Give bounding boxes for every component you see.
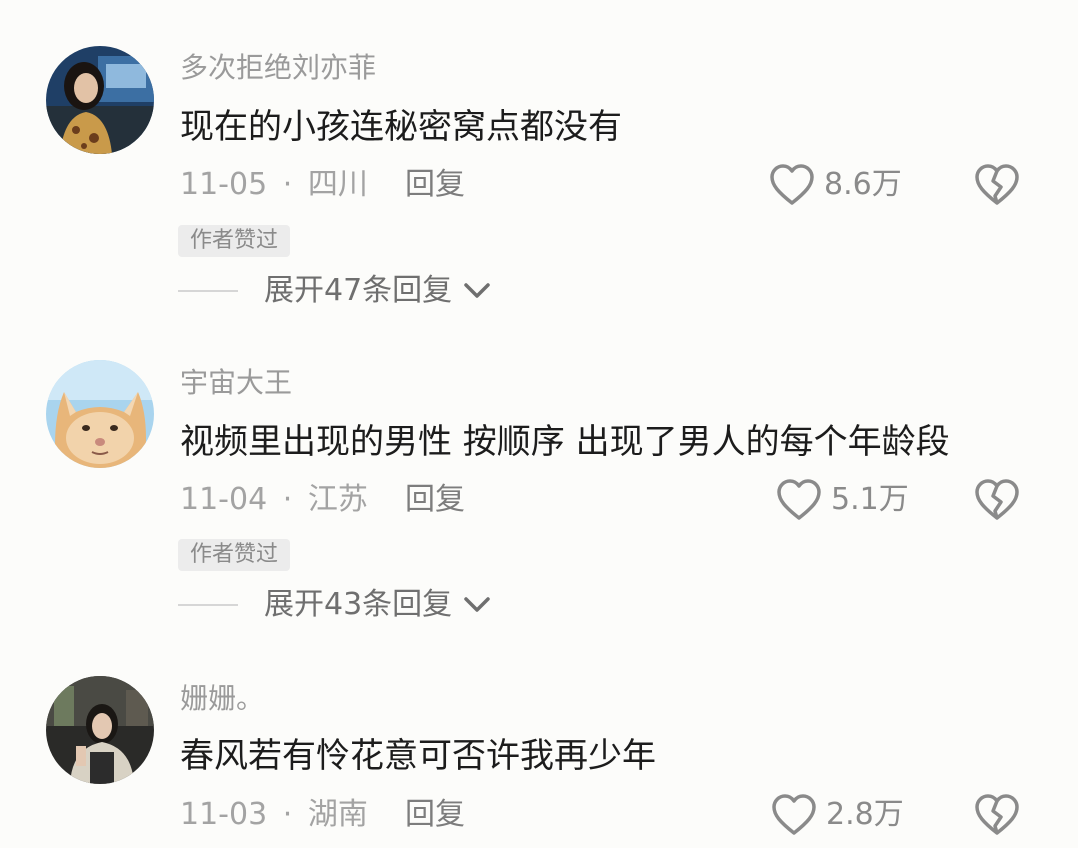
- comment-date: 11-05: [180, 167, 268, 202]
- author-liked-badge: 作者赞过: [178, 539, 291, 571]
- dislike-button[interactable]: [973, 162, 1021, 208]
- username[interactable]: 姗姗。: [180, 681, 264, 717]
- reply-button[interactable]: 回复: [405, 480, 465, 520]
- heart-outline-icon: [770, 164, 814, 205]
- expand-replies-button[interactable]: 展开47条回复: [178, 271, 492, 311]
- broken-heart-icon: [975, 479, 1019, 520]
- meta-separator: ·: [282, 797, 293, 832]
- comment-meta: 11-05 · 四川: [180, 165, 368, 205]
- broken-heart-icon: [975, 794, 1019, 835]
- avatar[interactable]: [46, 676, 154, 784]
- comment-meta: 11-04 · 江苏: [180, 480, 368, 520]
- comment-text: 现在的小孩连秘密窝点都没有: [180, 107, 622, 147]
- heart-outline-icon: [772, 794, 816, 835]
- meta-separator: ·: [282, 167, 293, 202]
- comment-location: 湖南: [307, 797, 368, 832]
- comment-meta: 11-03 · 湖南: [180, 795, 368, 835]
- reply-button[interactable]: 回复: [405, 795, 465, 835]
- like-count: 8.6万: [824, 167, 902, 202]
- heart-outline-icon: [777, 479, 821, 520]
- like-button[interactable]: 5.1万: [775, 477, 909, 523]
- like-count: 2.8万: [826, 797, 904, 832]
- dislike-button[interactable]: [973, 792, 1021, 838]
- avatar-image: [46, 46, 154, 154]
- meta-separator: ·: [282, 482, 293, 517]
- avatar-image: [46, 360, 154, 468]
- broken-heart-icon: [975, 164, 1019, 205]
- dislike-button[interactable]: [973, 477, 1021, 523]
- avatar-image: [46, 676, 154, 784]
- avatar[interactable]: [46, 360, 154, 468]
- divider-line: [178, 604, 238, 606]
- expand-replies-label: 展开43条回复: [264, 587, 453, 622]
- username[interactable]: 宇宙大王: [180, 365, 292, 401]
- like-count: 5.1万: [831, 482, 909, 517]
- comment-text: 视频里出现的男性 按顺序 出现了男人的每个年龄段: [180, 422, 950, 462]
- comment-location: 四川: [307, 167, 368, 202]
- chevron-down-icon: [464, 283, 490, 298]
- chevron-down-icon: [464, 597, 490, 612]
- expand-replies-button[interactable]: 展开43条回复: [178, 585, 492, 625]
- avatar[interactable]: [46, 46, 154, 154]
- author-liked-badge: 作者赞过: [178, 225, 291, 257]
- comment-date: 11-04: [180, 482, 268, 517]
- comment-date: 11-03: [180, 797, 268, 832]
- reply-button[interactable]: 回复: [405, 165, 465, 205]
- username[interactable]: 多次拒绝刘亦菲: [180, 50, 376, 86]
- comment-text: 春风若有怜花意可否许我再少年: [180, 736, 656, 776]
- divider-line: [178, 290, 238, 292]
- expand-replies-label: 展开47条回复: [264, 273, 453, 308]
- like-button[interactable]: 2.8万: [770, 792, 904, 838]
- like-button[interactable]: 8.6万: [768, 162, 902, 208]
- comment-location: 江苏: [307, 482, 368, 517]
